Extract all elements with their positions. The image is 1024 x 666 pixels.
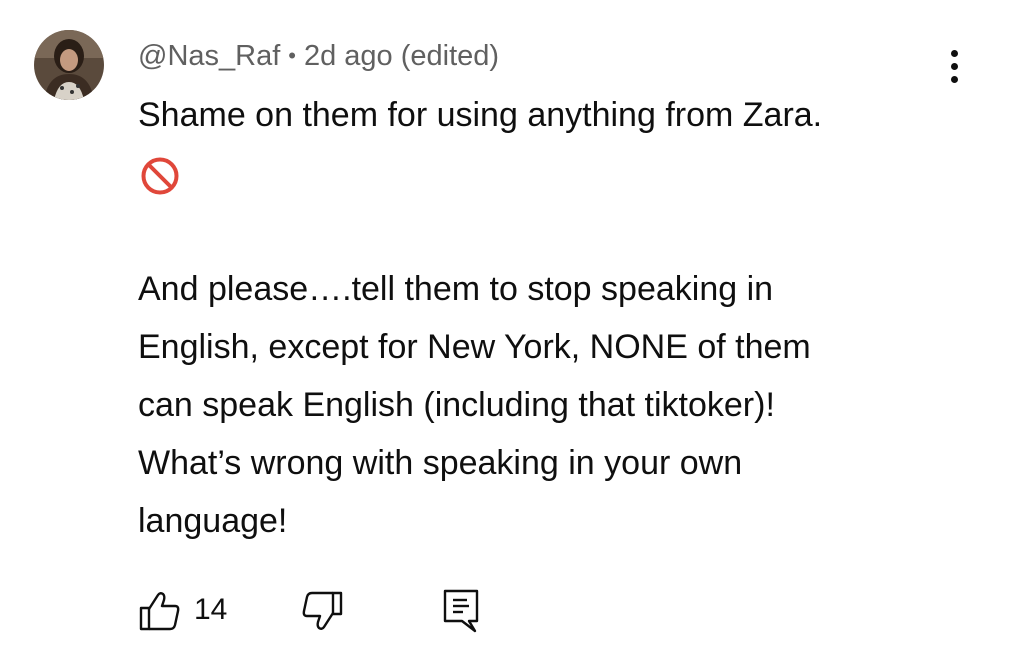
thumbs-down-icon	[302, 591, 343, 630]
avatar-image	[34, 30, 104, 100]
comment-line: language!	[138, 502, 288, 540]
emoji-line	[138, 144, 938, 202]
reply-comment-icon	[443, 589, 479, 633]
comment-paragraph: Shame on them for using anything from Za…	[138, 86, 938, 202]
more-vert-dot	[951, 76, 958, 83]
like-button[interactable]: 14	[136, 586, 236, 636]
more-vert-icon	[951, 50, 958, 57]
comment-text: Shame on them for using anything from Za…	[138, 86, 938, 550]
comment-paragraph: And please….tell them to stop speaking i…	[138, 260, 938, 550]
comment-line: can speak English (including that tiktok…	[138, 386, 775, 424]
comment-line: What’s wrong with speaking in your own	[138, 444, 743, 482]
comment-line: English, except for New York, NONE of th…	[138, 328, 811, 366]
comment-line: Shame on them for using anything from Za…	[138, 96, 823, 134]
comment-menu-button[interactable]	[940, 44, 970, 88]
more-vert-dot	[951, 63, 958, 70]
dislike-button[interactable]	[298, 586, 346, 636]
meta-separator: •	[288, 43, 296, 68]
author-name[interactable]: @Nas_Raf	[138, 40, 280, 72]
avatar[interactable]	[34, 30, 104, 100]
comment-thread-item: @Nas_Raf • 2d ago (edited) Shame on them f…	[0, 0, 1024, 666]
like-count: 14	[194, 593, 228, 626]
prohibited-icon	[141, 157, 179, 195]
comment-timestamp[interactable]: 2d ago (edited)	[304, 40, 499, 72]
comment-header: @Nas_Raf • 2d ago (edited)	[138, 38, 499, 74]
reply-button[interactable]	[440, 586, 484, 636]
thumbs-up-icon	[139, 592, 180, 631]
comment-line: And please….tell them to stop speaking i…	[138, 270, 774, 308]
